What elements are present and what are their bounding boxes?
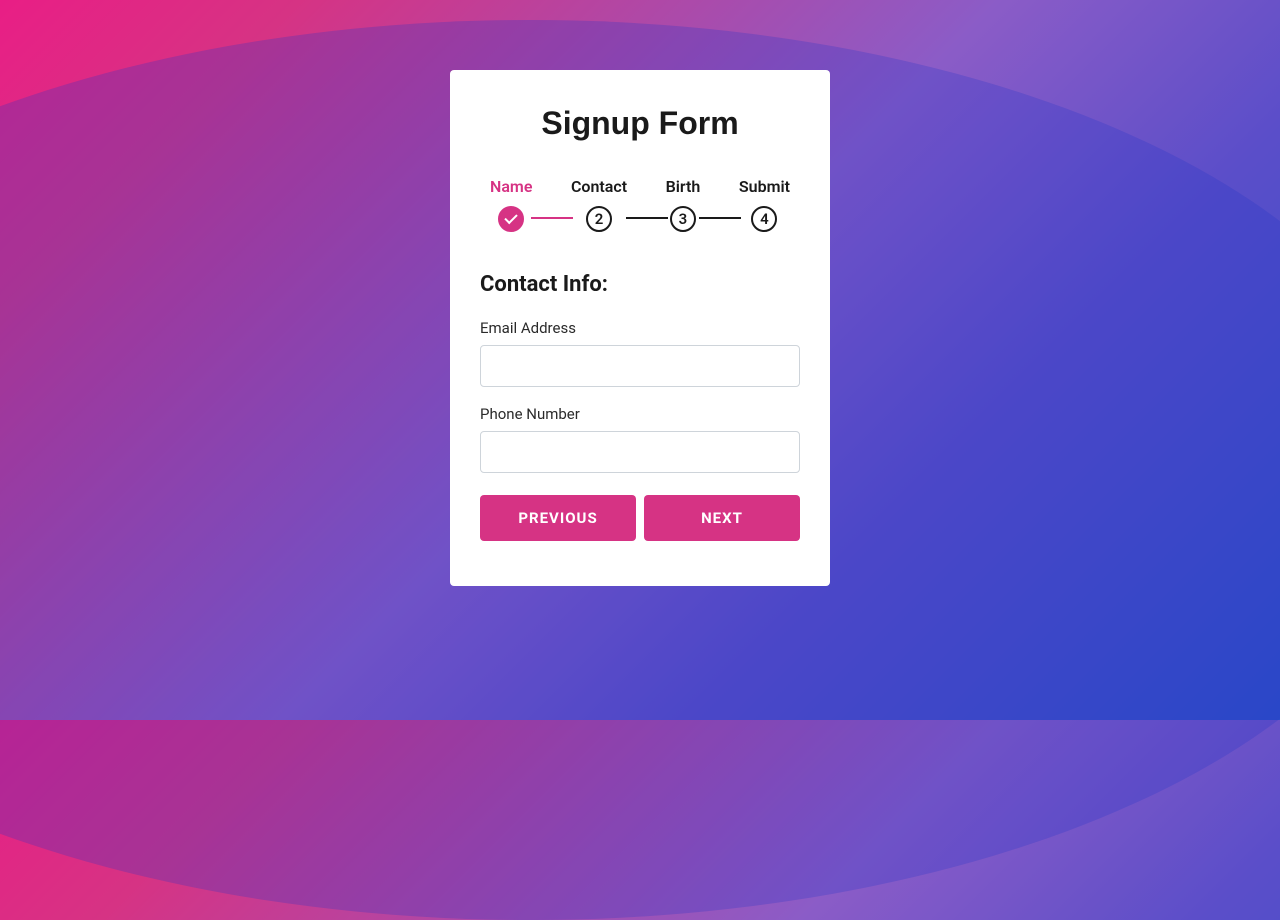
step-label: Submit — [739, 177, 790, 196]
step-circle-completed — [498, 206, 524, 232]
step-label: Contact — [571, 177, 627, 196]
signup-card: Signup Form Name Contact 2 Birth 3 Submi… — [450, 70, 830, 586]
stepper: Name Contact 2 Birth 3 Submit 4 — [480, 177, 800, 232]
phone-input[interactable] — [480, 431, 800, 473]
step-circle: 2 — [586, 206, 612, 232]
field-email: Email Address — [480, 319, 800, 387]
step-label: Birth — [666, 177, 701, 196]
step-label: Name — [490, 177, 532, 196]
previous-button[interactable]: PREVIOUS — [480, 495, 636, 541]
step-circle: 3 — [670, 206, 696, 232]
step-connector — [699, 217, 741, 219]
button-row: PREVIOUS NEXT — [480, 495, 800, 541]
phone-label: Phone Number — [480, 405, 800, 423]
step-connector — [531, 217, 573, 219]
email-input[interactable] — [480, 345, 800, 387]
step-birth[interactable]: Birth 3 — [666, 177, 701, 232]
next-button[interactable]: NEXT — [644, 495, 800, 541]
form-title: Signup Form — [480, 105, 800, 142]
checkmark-icon — [504, 211, 517, 224]
section-title: Contact Info: — [480, 272, 800, 297]
step-connector — [626, 217, 668, 219]
field-phone: Phone Number — [480, 405, 800, 473]
step-contact[interactable]: Contact 2 — [571, 177, 627, 232]
email-label: Email Address — [480, 319, 800, 337]
step-submit[interactable]: Submit 4 — [739, 177, 790, 232]
step-circle: 4 — [751, 206, 777, 232]
step-name[interactable]: Name — [490, 177, 532, 232]
